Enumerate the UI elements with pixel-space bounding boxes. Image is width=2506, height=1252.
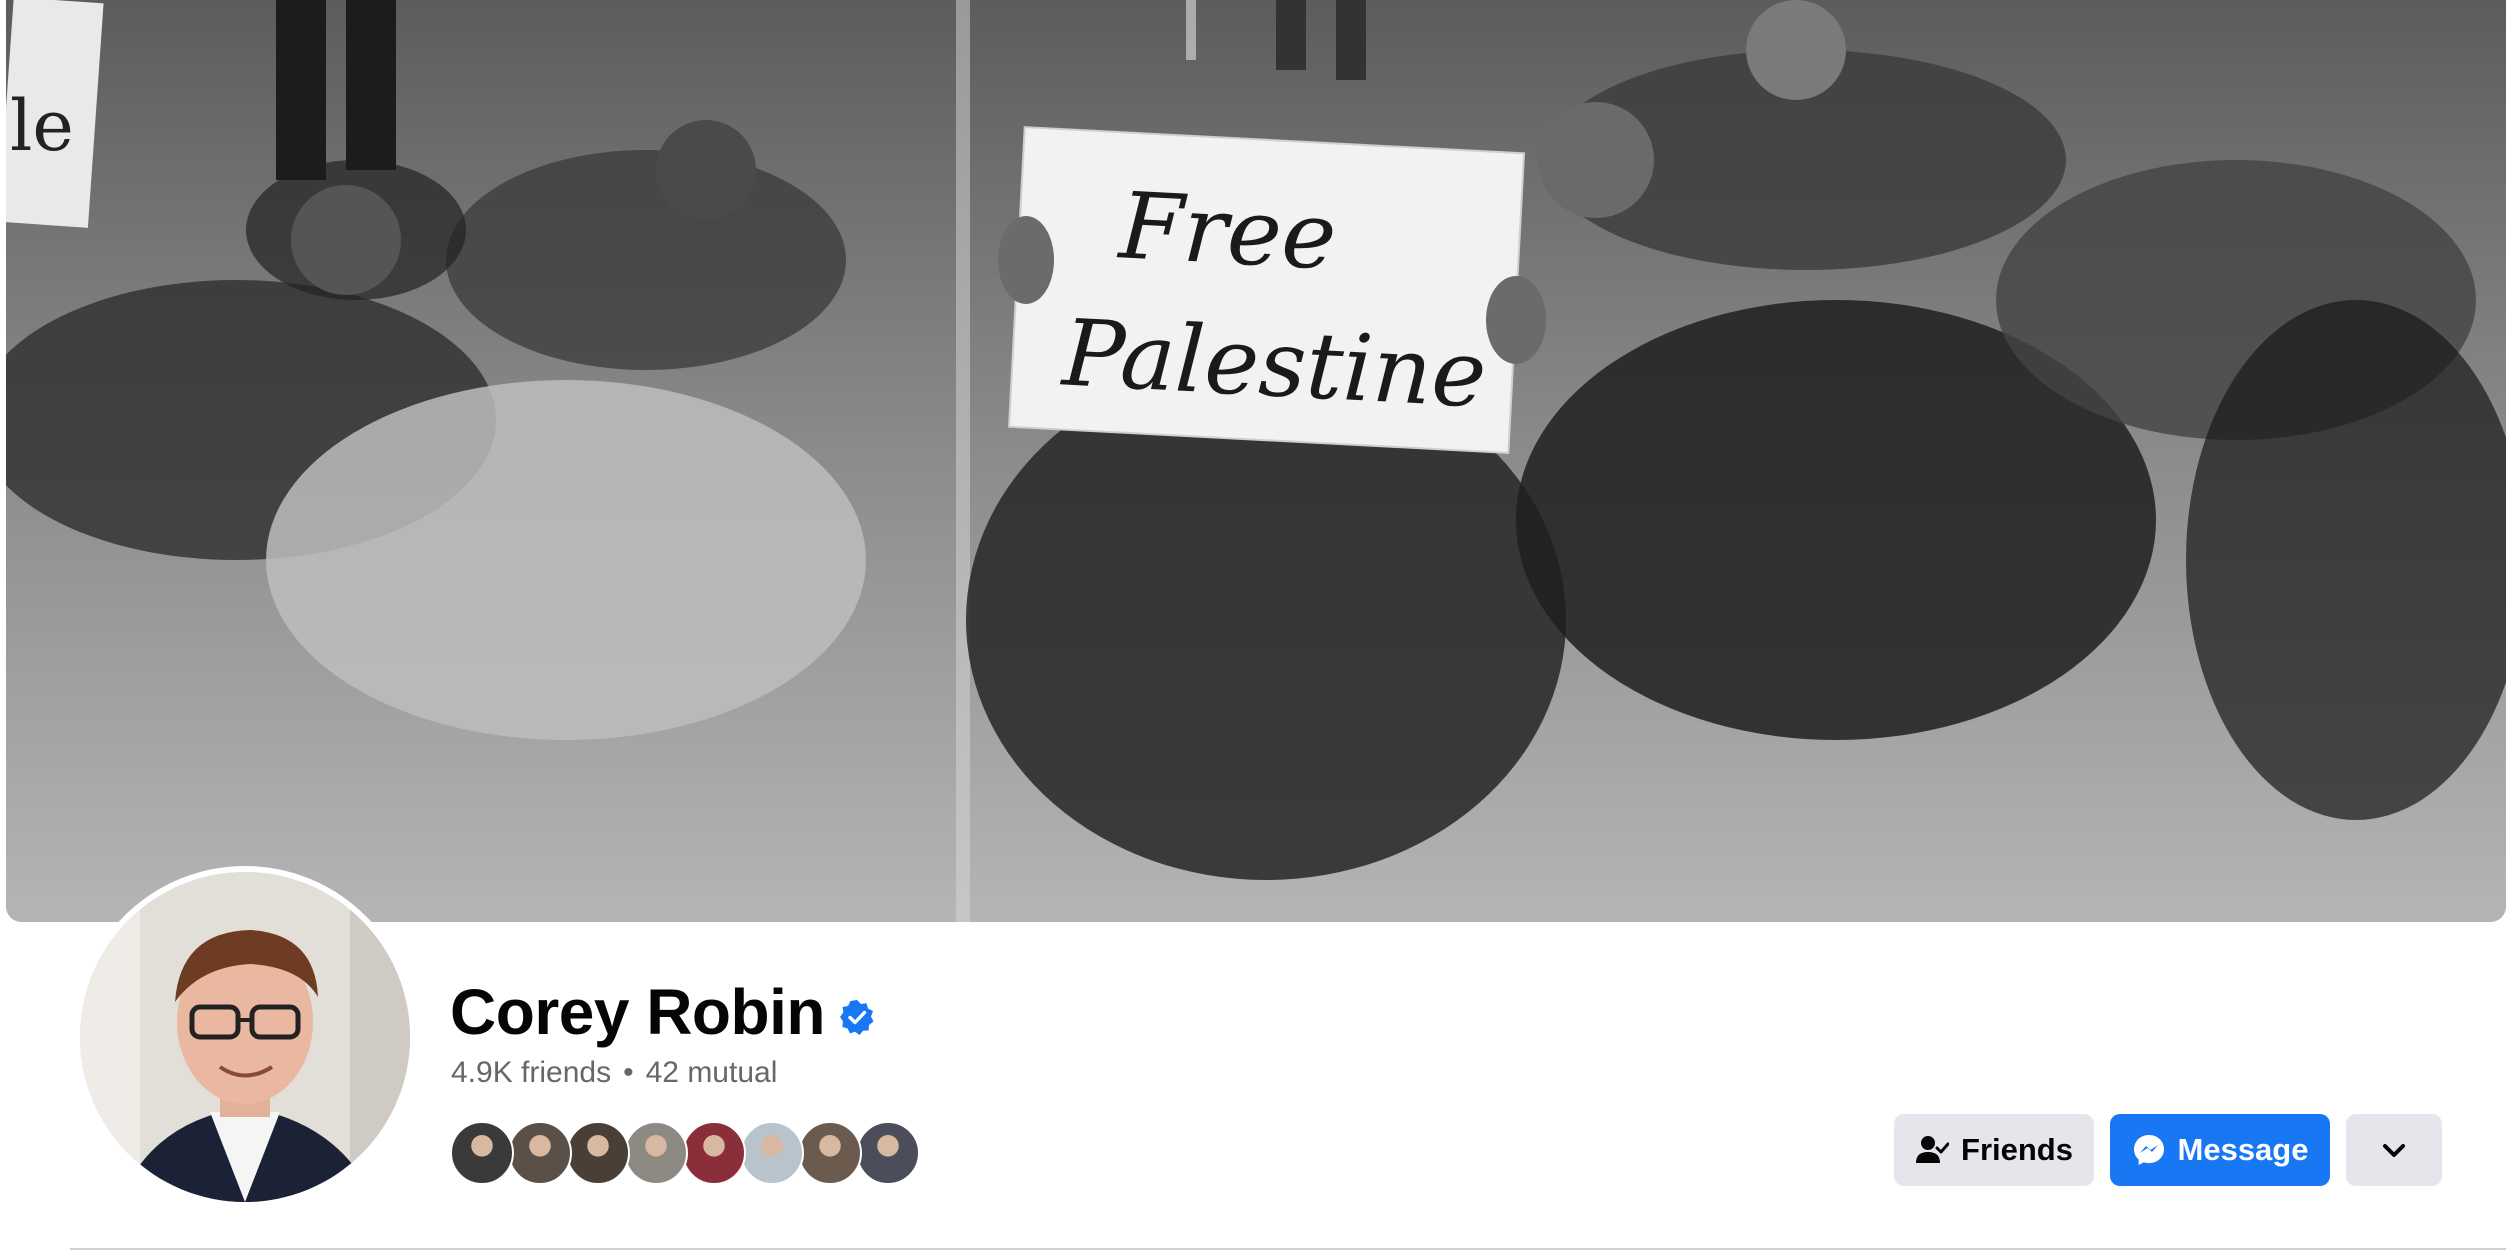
messenger-icon <box>2132 1133 2166 1167</box>
message-button[interactable]: Message <box>2110 1114 2330 1186</box>
chevron-down-icon <box>2381 1132 2407 1168</box>
mutual-friend-avatar[interactable] <box>508 1121 572 1185</box>
friends-count-link[interactable]: 4.9K friends <box>451 1056 611 1090</box>
mutual-friend-avatar[interactable] <box>740 1121 804 1185</box>
profile-name-row: Corey Robin <box>450 972 875 1052</box>
mutual-friends-avatars <box>450 1121 920 1185</box>
profile-header-divider <box>70 1248 2506 1250</box>
profile-actions: Friends Message <box>1894 1114 2442 1186</box>
friend-check-icon <box>1915 1133 1950 1167</box>
mutual-friend-avatar[interactable] <box>566 1121 630 1185</box>
mutual-friend-avatar[interactable] <box>624 1121 688 1185</box>
more-options-button[interactable] <box>2346 1114 2442 1186</box>
cover-photo[interactable]: le Free Palestine <box>6 0 2506 922</box>
mutual-friend-avatar[interactable] <box>798 1121 862 1185</box>
separator-dot: • <box>623 1056 634 1089</box>
friends-button[interactable]: Friends <box>1894 1114 2094 1186</box>
sign-line1: Free <box>1115 172 1339 290</box>
cover-photo-image: le Free Palestine <box>6 0 2506 922</box>
mutual-friend-avatar[interactable] <box>682 1121 746 1185</box>
mutual-friend-avatar[interactable] <box>450 1121 514 1185</box>
profile-picture <box>80 872 410 1202</box>
mutual-count-link[interactable]: 42 mutual <box>646 1056 778 1090</box>
profile-avatar[interactable] <box>74 866 416 1208</box>
friends-button-label: Friends <box>1961 1132 2073 1167</box>
profile-page: le Free Palestine Corey Robin 4.9K frien… <box>0 0 2506 1252</box>
sign-line2: Palestine <box>1058 299 1489 428</box>
profile-name: Corey Robin <box>450 976 825 1048</box>
verified-badge-icon[interactable] <box>839 999 875 1035</box>
left-sign-text: le <box>10 85 74 167</box>
mutual-friend-avatar[interactable] <box>856 1121 920 1185</box>
message-button-label: Message <box>2177 1132 2309 1167</box>
friends-summary: 4.9K friends • 42 mutual <box>451 1056 777 1090</box>
